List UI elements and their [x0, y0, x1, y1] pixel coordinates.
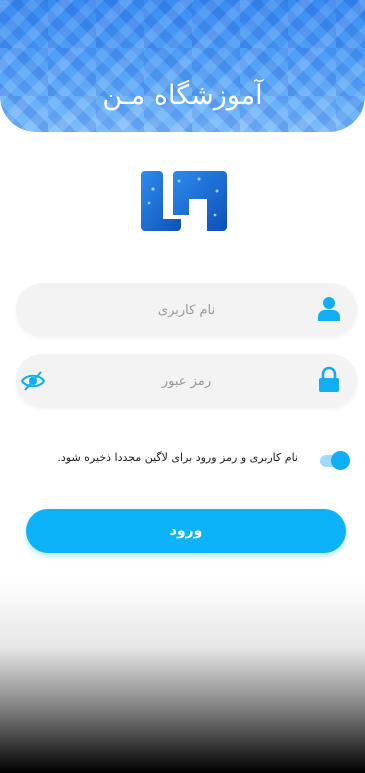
username-input[interactable]	[66, 283, 307, 338]
eye-icon[interactable]	[20, 368, 46, 394]
password-input[interactable]	[66, 354, 307, 409]
remember-me-row: نام کاربری و رمز ورود برای لاگین مجددا ذ…	[57, 448, 350, 472]
remember-me-toggle[interactable]	[320, 450, 350, 470]
toggle-knob	[331, 451, 350, 470]
username-field-container	[16, 283, 357, 338]
app-header: آموزشگاه مـن	[0, 0, 365, 132]
password-field-container	[16, 354, 357, 409]
user-icon	[318, 297, 340, 321]
login-button[interactable]: ورود	[26, 509, 346, 553]
remember-me-label: نام کاربری و رمز ورود برای لاگین مجددا ذ…	[57, 451, 298, 464]
app-title: آموزشگاه مـن	[102, 80, 263, 111]
lock-icon	[319, 366, 339, 392]
school-logo-icon	[141, 171, 227, 231]
bottom-gradient-overlay	[0, 580, 365, 773]
